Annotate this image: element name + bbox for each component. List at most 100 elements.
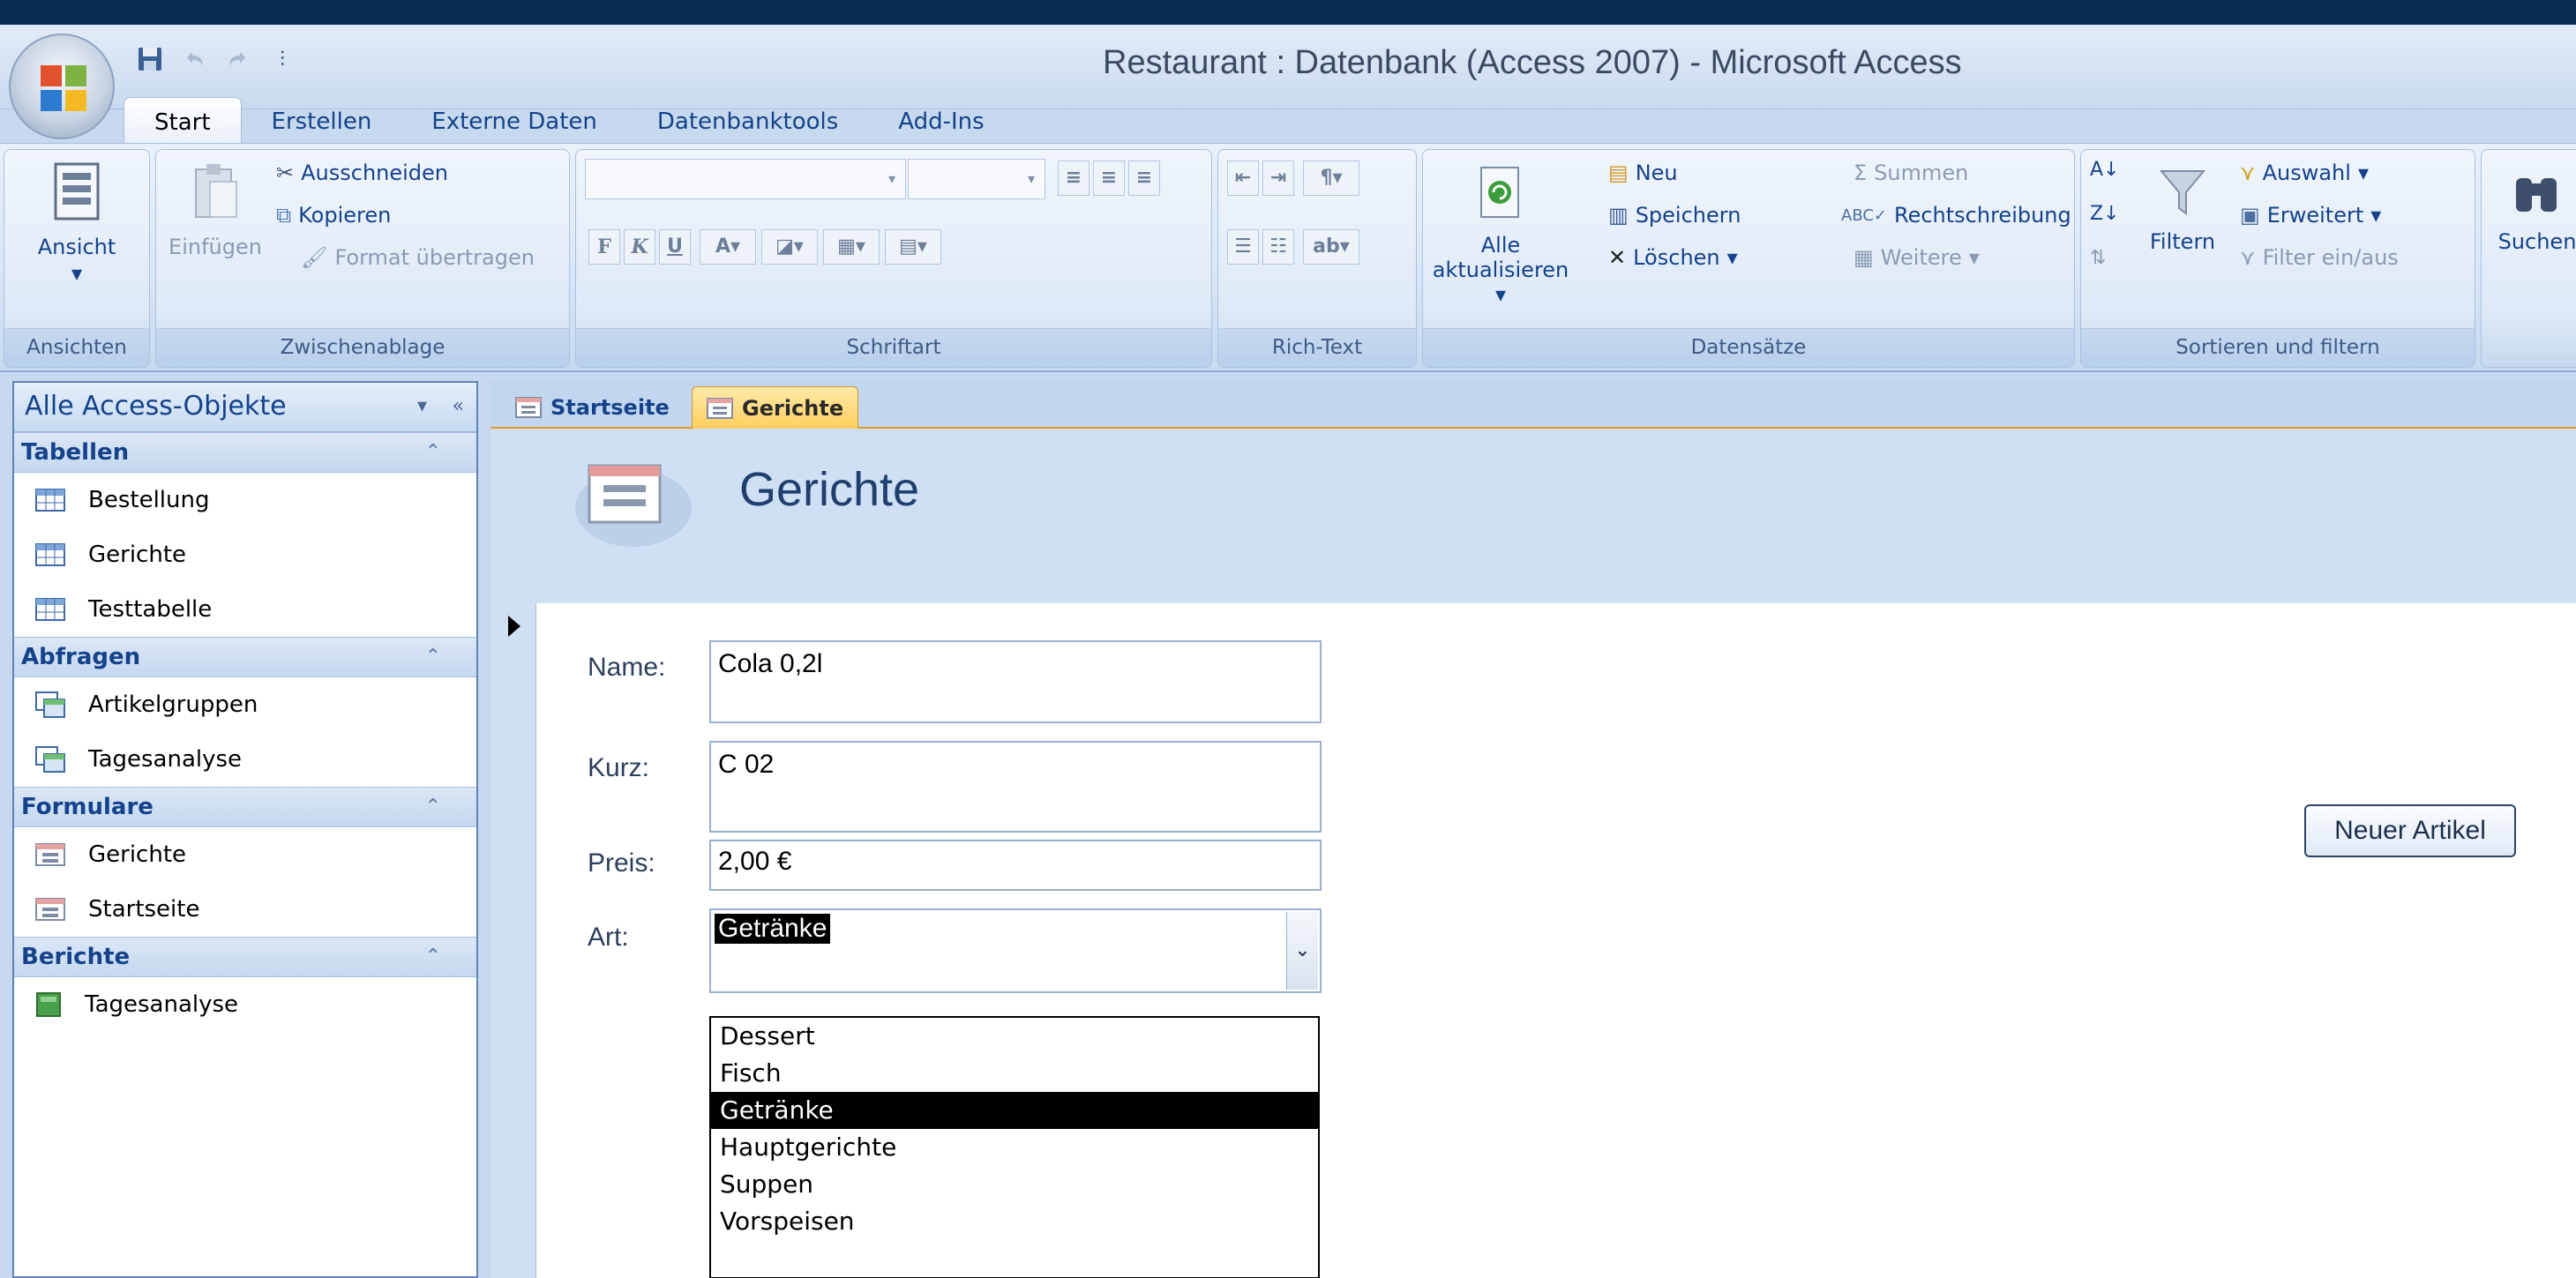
filtern-button[interactable]: Filtern (2134, 166, 2231, 254)
collapse-pane-icon[interactable]: « (453, 383, 464, 430)
doc-tab-label: Startseite (550, 395, 670, 420)
einfuegen-label: Einfügen (168, 235, 262, 259)
dropdown-option[interactable]: Hauptgerichte (711, 1129, 1318, 1166)
record-selector[interactable] (490, 603, 536, 1278)
redo-icon[interactable] (221, 41, 256, 77)
form-icon (35, 898, 65, 921)
fill-color-icon[interactable]: ◪▾ (761, 229, 818, 265)
font-name-combo[interactable]: ▾ (585, 159, 906, 199)
align-center-icon[interactable]: ≡ (1093, 161, 1125, 196)
decrease-indent-icon[interactable]: ⇤ (1227, 161, 1259, 196)
chevron-down-icon[interactable]: ⌄ (1286, 912, 1318, 990)
kurz-field[interactable]: C 02 (709, 741, 1322, 833)
summen-button[interactable]: Σ Summen (1853, 161, 1968, 185)
font-size-combo[interactable]: ▾ (908, 159, 1045, 199)
weitere-button[interactable]: ▦ Weitere ▾ (1853, 245, 1980, 270)
italic-icon[interactable]: K (624, 229, 655, 265)
alternate-fill-icon[interactable]: ▤▾ (885, 229, 941, 265)
tab-erstellen[interactable]: Erstellen (242, 97, 402, 146)
collapse-section-icon[interactable]: ⌃ (425, 433, 441, 472)
nav-item-report[interactable]: Tagesanalyse (14, 977, 476, 1032)
ribbon-tabs: Start Erstellen Externe Daten Datenbankt… (124, 93, 1015, 146)
paragraph-direction-icon[interactable]: ¶▾ (1303, 161, 1359, 196)
art-label: Art: (588, 923, 629, 952)
underline-icon[interactable]: U (659, 229, 691, 265)
dropdown-option-selected[interactable]: Getränke (711, 1092, 1318, 1129)
nav-section-abfragen[interactable]: Abfragen ⌃ (14, 637, 476, 677)
nav-section-tabellen[interactable]: Tabellen ⌃ (14, 432, 476, 473)
einfuegen-button[interactable]: Einfügen (167, 162, 264, 259)
collapse-section-icon[interactable]: ⌃ (425, 938, 441, 976)
nav-section-label: Abfragen (21, 644, 141, 670)
highlight-icon[interactable]: ab▾ (1303, 229, 1359, 265)
loeschen-button[interactable]: ✕ Löschen ▾ (1608, 245, 1738, 270)
collapse-section-icon[interactable]: ⌃ (425, 638, 441, 676)
save-icon[interactable] (132, 41, 168, 77)
tab-datenbanktools[interactable]: Datenbanktools (627, 97, 868, 146)
nav-item-label: Tagesanalyse (85, 991, 239, 1018)
ausschneiden-button[interactable]: ✂ Ausschneiden (276, 161, 448, 185)
increase-indent-icon[interactable]: ⇥ (1262, 161, 1294, 196)
preis-field[interactable]: 2,00 € (709, 840, 1322, 891)
name-field[interactable]: Cola 0,2l (709, 640, 1322, 723)
dropdown-option[interactable]: Fisch (711, 1055, 1318, 1092)
auswahl-button[interactable]: ⋎ Auswahl ▾ (2240, 161, 2369, 185)
chevron-down-icon[interactable]: ▾ (417, 383, 427, 430)
align-right-icon[interactable]: ≡ (1128, 161, 1160, 196)
nav-item-query[interactable]: Artikelgruppen (14, 677, 476, 732)
sort-ascending-icon[interactable]: A↓ (2090, 159, 2119, 181)
scissors-icon: ✂ (276, 161, 295, 185)
erweitert-button[interactable]: ▣ Erweitert ▾ (2240, 203, 2381, 228)
clear-sort-icon[interactable]: ⇅ (2090, 247, 2106, 269)
bullets-icon[interactable]: ☷ (1262, 229, 1294, 265)
spelling-icon: ABC✓ (1841, 206, 1887, 225)
doc-tab-gerichte[interactable]: Gerichte (692, 386, 859, 429)
report-icon (36, 992, 61, 1017)
nav-item-form[interactable]: Startseite (14, 882, 476, 937)
numbering-icon[interactable]: ☰ (1227, 229, 1259, 265)
nav-section-berichte[interactable]: Berichte ⌃ (14, 937, 476, 977)
align-left-icon[interactable]: ≡ (1058, 161, 1090, 196)
filter-ein-aus-button[interactable]: ⋎ Filter ein/aus (2240, 245, 2399, 270)
undo-icon[interactable] (176, 41, 212, 77)
bold-icon[interactable]: F (588, 229, 620, 265)
sort-descending-icon[interactable]: Z↓ (2090, 203, 2120, 225)
tab-start[interactable]: Start (124, 97, 242, 146)
erweitert-label: Erweitert (2266, 203, 2364, 228)
office-button[interactable] (9, 34, 115, 139)
query-icon (35, 746, 65, 773)
kopieren-button[interactable]: ⧉ Kopieren (276, 203, 391, 228)
chevron-down-icon: ▾ (887, 170, 896, 187)
more-icon: ▦ (1853, 245, 1874, 270)
nav-item-table[interactable]: Testtabelle (14, 582, 476, 637)
alle-aktualisieren-button[interactable]: Alle aktualisieren ▾ (1430, 164, 1571, 307)
nav-item-form[interactable]: Gerichte (14, 827, 476, 882)
collapse-section-icon[interactable]: ⌃ (425, 788, 441, 826)
dropdown-option[interactable]: Dessert (711, 1018, 1318, 1055)
nav-item-table[interactable]: Bestellung (14, 473, 476, 527)
neu-button[interactable]: ▤ Neu (1608, 161, 1678, 185)
dropdown-option[interactable]: Vorspeisen (711, 1203, 1318, 1240)
speichern-button[interactable]: ▥ Speichern (1608, 203, 1741, 228)
suchen-label: Suchen (2497, 229, 2576, 254)
art-combobox[interactable]: Getränke ⌄ (709, 908, 1322, 993)
format-uebertragen-button[interactable]: 🖌 Format übertragen (301, 245, 535, 270)
rechtschreibung-button[interactable]: ABC✓ Rechtschreibung (1841, 203, 2071, 228)
dropdown-arrow-icon: ▼ (71, 265, 83, 282)
customize-toolbar-icon[interactable]: ⫶ (265, 41, 300, 77)
neuer-artikel-button[interactable]: Neuer Artikel (2304, 804, 2516, 857)
tab-externe-daten[interactable]: Externe Daten (401, 97, 627, 146)
ansicht-button[interactable]: Ansicht ▼ (17, 162, 137, 284)
font-color-icon[interactable]: A▾ (700, 229, 756, 265)
nav-header[interactable]: Alle Access-Objekte ▾ « (14, 383, 476, 432)
funnel-icon (2159, 170, 2206, 215)
tab-add-ins[interactable]: Add-Ins (868, 97, 1014, 146)
suchen-button[interactable]: Suchen (2489, 166, 2576, 254)
group-label-sortieren: Sortieren und filtern (2081, 328, 2475, 367)
gridlines-icon[interactable]: ▦▾ (823, 229, 880, 265)
doc-tab-startseite[interactable]: Startseite (501, 386, 684, 429)
nav-item-query[interactable]: Tagesanalyse (14, 732, 476, 787)
nav-section-formulare[interactable]: Formulare ⌃ (14, 787, 476, 827)
nav-item-table[interactable]: Gerichte (14, 527, 476, 582)
dropdown-option[interactable]: Suppen (711, 1166, 1318, 1203)
